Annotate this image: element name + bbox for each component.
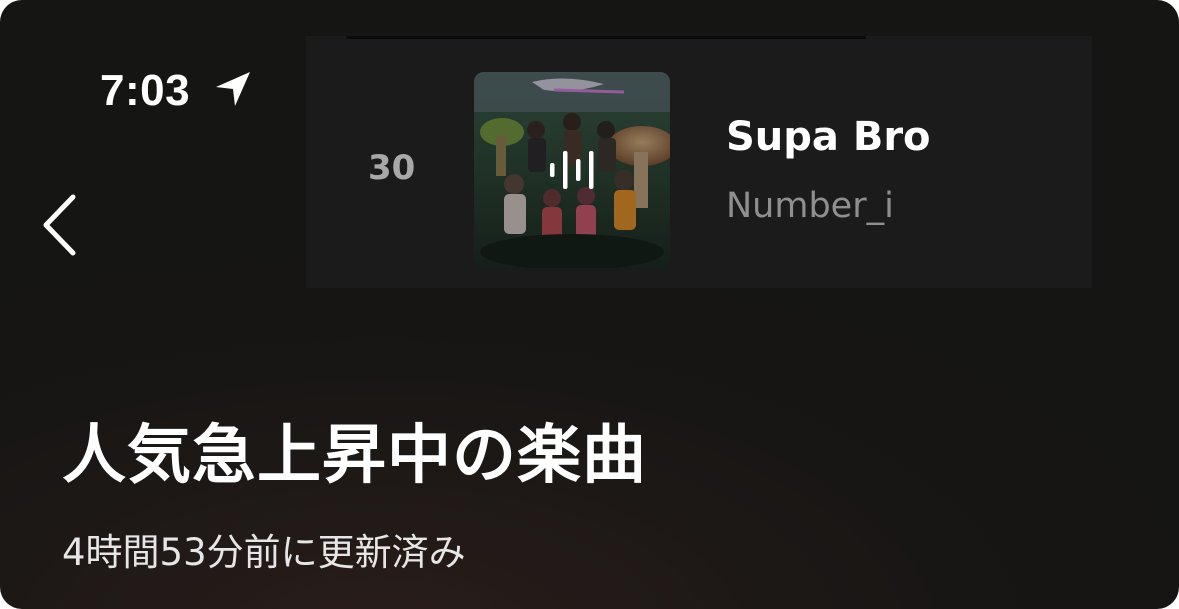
chart-rank: 30 [368, 148, 416, 188]
now-playing-card[interactable]: 30 Supa Bro Number_i [306, 36, 1092, 288]
card-divider [346, 36, 866, 39]
track-title[interactable]: Supa Bro [726, 114, 931, 160]
location-arrow-icon [216, 72, 250, 106]
track-artist[interactable]: Number_i [726, 186, 894, 226]
album-artwork[interactable] [474, 72, 670, 268]
back-button[interactable] [30, 185, 90, 265]
audio-bars-icon [550, 151, 594, 189]
screen: 7:03 30 Supa Bro Number_i 人気急上昇中の楽曲 4時間5… [0, 0, 1179, 609]
status-time: 7:03 [100, 66, 191, 115]
last-updated-text: 4時間53分前に更新済み [62, 531, 466, 574]
chevron-left-icon [43, 194, 76, 256]
page-title: 人気急上昇中の楽曲 [62, 419, 647, 493]
